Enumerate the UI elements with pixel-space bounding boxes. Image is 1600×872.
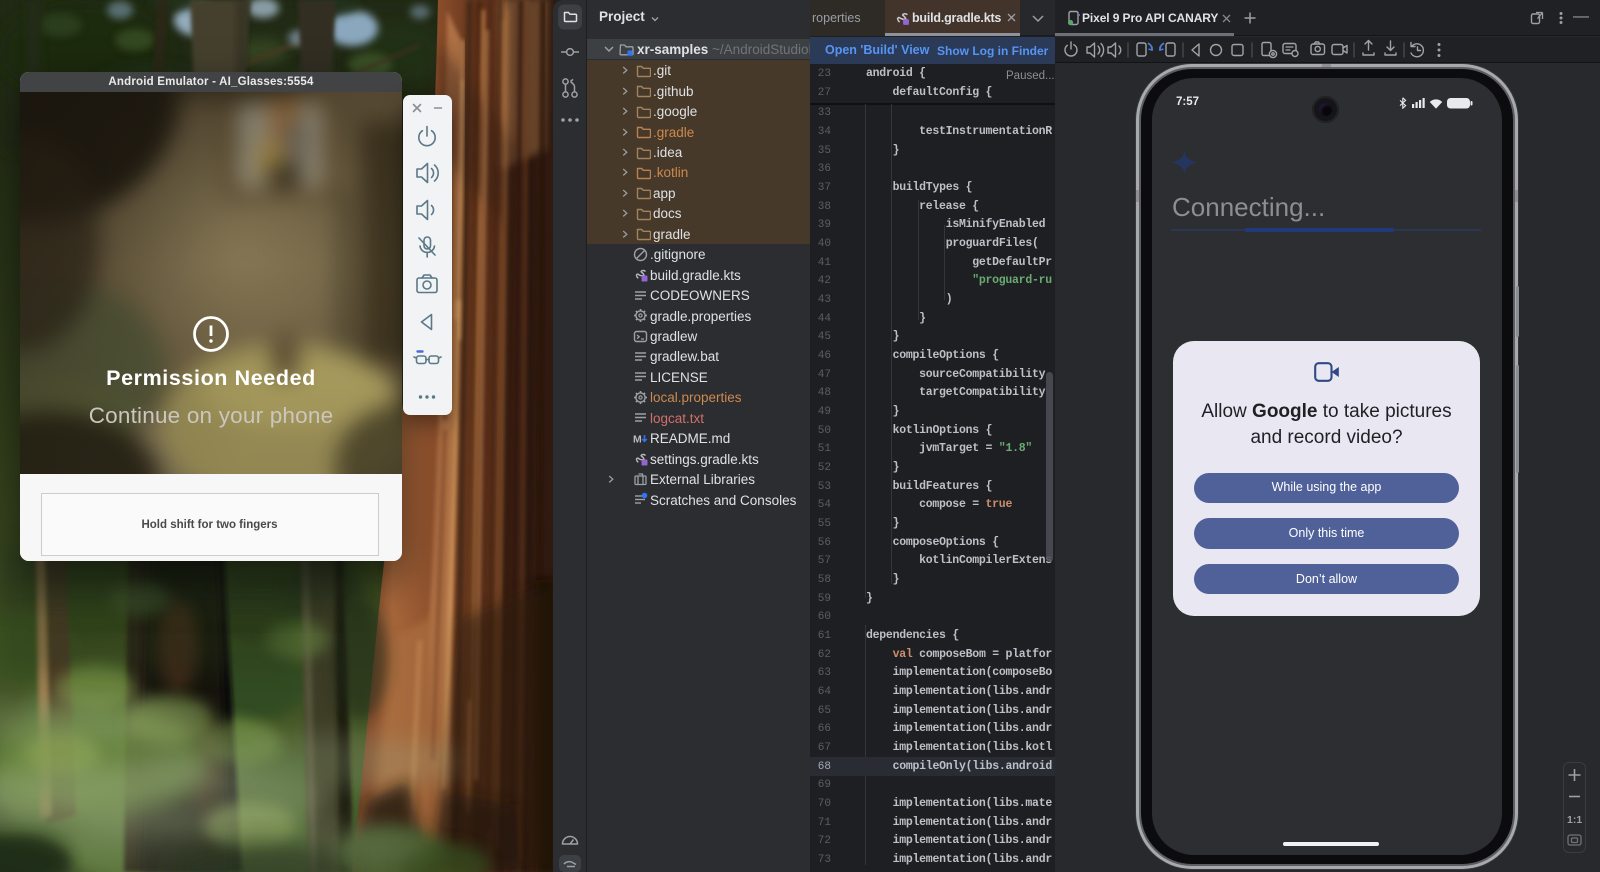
svg-text:M: M (633, 433, 642, 445)
svg-text:1:1: 1:1 (1567, 814, 1582, 826)
